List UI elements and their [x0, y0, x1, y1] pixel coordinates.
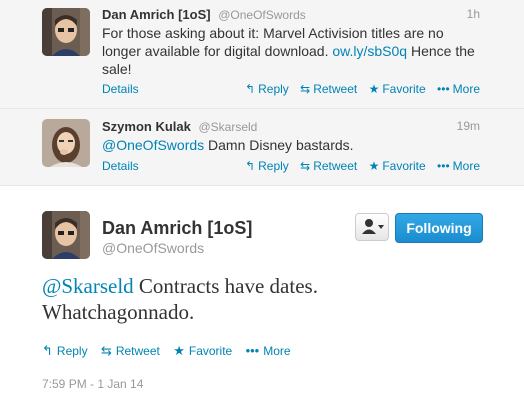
tweet2-header: Szymon Kulak @Skarseld 19m	[102, 119, 480, 135]
reply-icon: ↰	[245, 159, 256, 173]
retweet-action[interactable]: ⇆ Retweet	[101, 343, 160, 359]
main-tweet-text: @Skarseld Contracts have dates. Whatchag…	[42, 273, 318, 325]
user-icon	[362, 219, 384, 234]
favorite-action[interactable]: ★ Favorite	[369, 159, 426, 173]
timestamp[interactable]: 19m	[457, 119, 480, 133]
tweet1-actions: Details ↰ Reply ⇆ Retweet ★ Favorite ••• Mor…	[102, 82, 480, 96]
retweet-icon: ⇆	[100, 343, 112, 358]
username[interactable]: @OneOfSwords	[102, 240, 204, 256]
reply-icon: ↰	[245, 82, 256, 96]
favorite-action[interactable]: ★ Favorite	[173, 343, 232, 359]
tweet-text: Whatchagonnado.	[42, 300, 195, 324]
fullname[interactable]: Szymon Kulak	[102, 119, 191, 134]
mention-link[interactable]: @Skarseld	[42, 274, 134, 298]
reply-action[interactable]: ↰ Reply	[245, 82, 289, 96]
timestamp[interactable]: 1h	[467, 7, 480, 21]
avatar[interactable]	[42, 119, 90, 167]
avatar-image	[42, 211, 90, 259]
tweet2-text: @OneOfSwords Damn Disney bastards.	[102, 136, 482, 154]
favorite-action[interactable]: ★ Favorite	[369, 82, 426, 96]
fullname[interactable]: Dan Amrich [1oS]	[102, 7, 211, 22]
star-icon: ★	[368, 159, 380, 173]
avatar[interactable]	[42, 211, 90, 259]
fullname[interactable]: Dan Amrich [1oS]	[102, 218, 252, 239]
more-action[interactable]: ••• More	[437, 159, 480, 173]
reply-action[interactable]: ↰ Reply	[42, 343, 88, 359]
username[interactable]: @Skarseld	[198, 120, 257, 134]
retweet-icon: ⇆	[300, 82, 311, 96]
username[interactable]: @OneOfSwords	[218, 8, 306, 22]
retweet-icon: ⇆	[300, 159, 311, 173]
details-link[interactable]: Details	[102, 82, 139, 96]
more-action[interactable]: ••• More	[437, 82, 480, 96]
tweet1-header: Dan Amrich [1oS] @OneOfSwords 1h	[102, 7, 480, 23]
reply-action[interactable]: ↰ Reply	[245, 159, 289, 173]
retweet-action[interactable]: ⇆ Retweet	[300, 159, 357, 173]
avatar-image	[42, 8, 90, 56]
avatar[interactable]	[42, 8, 90, 56]
mention-link[interactable]: @OneOfSwords	[102, 137, 204, 153]
retweet-action[interactable]: ⇆ Retweet	[300, 82, 357, 96]
tweet-link[interactable]: ow.ly/sbS0q	[332, 43, 407, 59]
following-button[interactable]: Following	[395, 213, 483, 243]
star-icon: ★	[368, 82, 380, 96]
timestamp[interactable]: 7:59 PM - 1 Jan 14	[42, 377, 143, 391]
tweet1-text: For those asking about it: Marvel Activi…	[102, 24, 482, 78]
tweet-text: Damn Disney bastards.	[204, 137, 354, 153]
details-link[interactable]: Details	[102, 159, 139, 173]
more-icon: •••	[437, 159, 450, 173]
user-actions-dropdown[interactable]	[355, 213, 389, 241]
main-tweet-actions: ↰ Reply ⇆ Retweet ★ Favorite ••• More	[42, 343, 301, 359]
star-icon: ★	[173, 343, 185, 358]
more-action[interactable]: ••• More	[246, 343, 291, 358]
more-icon: •••	[245, 343, 260, 358]
avatar-image	[42, 119, 90, 167]
tweet-text: Contracts have dates.	[133, 274, 318, 298]
main-tweet: Dan Amrich [1oS] @OneOfSwords Following …	[0, 187, 524, 410]
reply-icon: ↰	[42, 343, 53, 358]
more-icon: •••	[437, 82, 450, 96]
tweet2-actions: Details ↰ Reply ⇆ Retweet ★ Favorite ••• Mor…	[102, 159, 480, 173]
